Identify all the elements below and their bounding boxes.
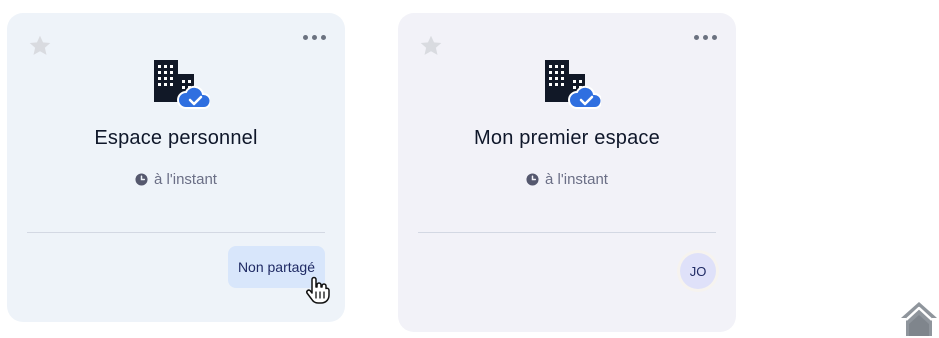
building-cloud-icon: [545, 60, 601, 109]
divider: [27, 232, 325, 233]
workspace-card-personal[interactable]: Espace personnel à l'instant Non partagé: [7, 13, 345, 322]
more-dots-icon[interactable]: [303, 35, 326, 40]
star-icon[interactable]: [27, 33, 53, 59]
last-updated: à l'instant: [398, 171, 736, 188]
workspace-title: Espace personnel: [94, 127, 258, 149]
star-icon[interactable]: [418, 33, 444, 59]
divider: [418, 232, 716, 233]
workspace-title: Mon premier espace: [474, 127, 660, 149]
hand-pointer-icon: [306, 276, 330, 304]
last-updated-text: à l'instant: [154, 171, 217, 188]
last-updated: à l'instant: [7, 171, 345, 188]
more-dots-icon[interactable]: [694, 35, 717, 40]
building-cloud-icon: [154, 60, 210, 109]
home-icon[interactable]: [899, 298, 939, 338]
clock-icon: [526, 173, 539, 186]
clock-icon: [135, 173, 148, 186]
member-avatar[interactable]: JO: [680, 253, 716, 289]
last-updated-text: à l'instant: [545, 171, 608, 188]
workspace-card-first[interactable]: Mon premier espace à l'instant JO: [398, 13, 736, 332]
